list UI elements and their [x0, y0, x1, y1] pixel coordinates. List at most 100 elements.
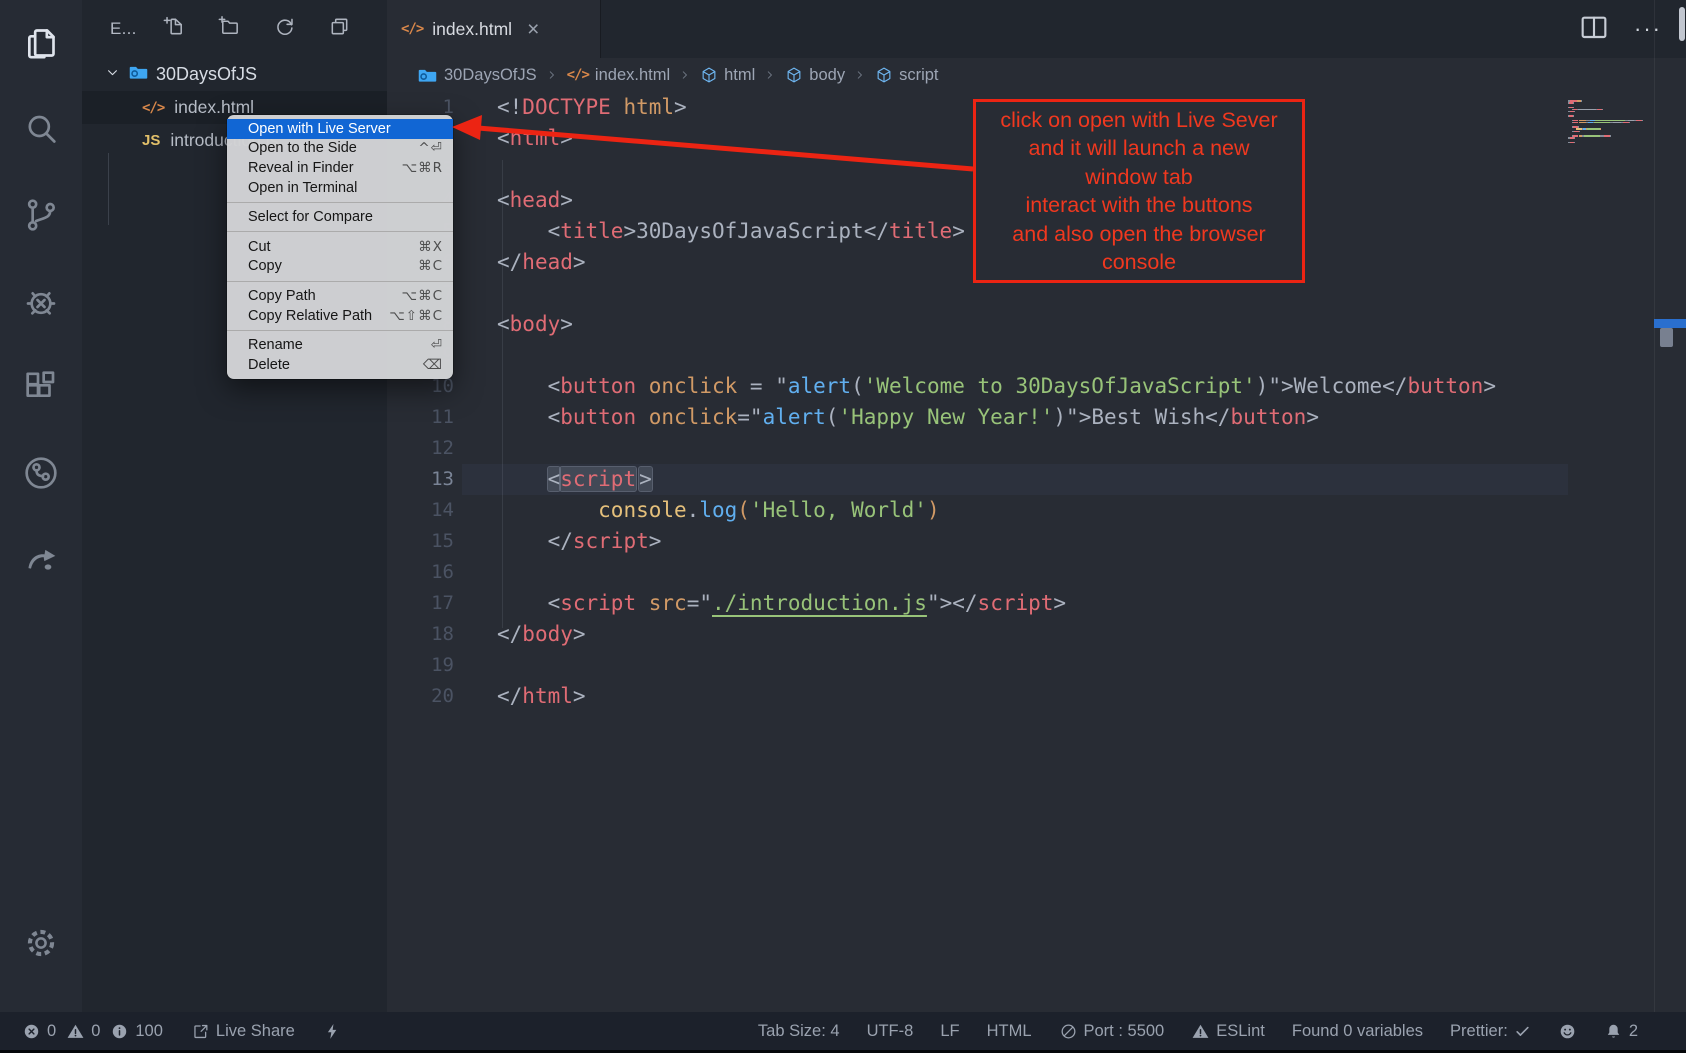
- menu-item-label: Reveal in Finder: [248, 160, 354, 176]
- status-label: Found 0 variables: [1292, 1022, 1423, 1041]
- activity-run-debug[interactable]: [0, 258, 82, 344]
- status-problems-info[interactable]: 100: [110, 1022, 163, 1041]
- menu-item-copy[interactable]: Copy ⌘C: [227, 257, 453, 277]
- files-icon: [21, 23, 61, 63]
- chevron-right-icon: [853, 68, 867, 82]
- status-label: 2: [1629, 1022, 1638, 1041]
- menu-item-label: Delete: [248, 357, 290, 373]
- status-variables[interactable]: Found 0 variables: [1292, 1022, 1423, 1041]
- extensions-icon: [21, 367, 61, 407]
- status-problems-warnings[interactable]: 0: [66, 1022, 100, 1041]
- gear-icon: [22, 924, 60, 962]
- menu-separator: [227, 202, 453, 203]
- status-language-mode[interactable]: HTML: [987, 1022, 1032, 1041]
- minimap[interactable]: [1568, 100, 1654, 144]
- refresh-button[interactable]: [273, 15, 296, 43]
- menu-item-open-with-live-server[interactable]: Open with Live Server: [227, 119, 453, 139]
- status-label: UTF-8: [867, 1022, 914, 1041]
- menu-item-open-in-terminal[interactable]: Open in Terminal: [227, 178, 453, 198]
- new-file-button[interactable]: [163, 15, 186, 43]
- live-share-icon: [191, 1022, 210, 1041]
- breadcrumb-label: html: [724, 66, 755, 85]
- collapse-all-button[interactable]: [328, 15, 351, 43]
- activity-live-share[interactable]: [0, 516, 82, 602]
- menu-item-rename[interactable]: Rename⏎: [227, 335, 453, 355]
- status-tab-size[interactable]: Tab Size: 4: [758, 1022, 840, 1041]
- activity-source-control[interactable]: [0, 172, 82, 258]
- refresh-icon: [273, 15, 296, 38]
- more-actions-icon[interactable]: ···: [1634, 16, 1662, 42]
- status-bar: 00 100 Live Share Tab Size: 4 UTF-8 LF HTML Po…: [0, 1012, 1686, 1050]
- code-line-10: 10 <button onclick = "alert('Welcome to …: [387, 371, 1686, 402]
- status-problems-errors[interactable]: 0: [22, 1022, 56, 1041]
- line-number: 14: [387, 495, 454, 526]
- code-line-13: 13 <script>: [387, 464, 1686, 495]
- breadcrumb-script[interactable]: script: [875, 66, 938, 85]
- status-encoding[interactable]: UTF-8: [867, 1022, 914, 1041]
- chevron-right-icon: [763, 68, 777, 82]
- line-number: 15: [387, 526, 454, 557]
- scrollbar-handle[interactable]: [1660, 328, 1673, 347]
- tree-root-folder[interactable]: 30DaysOfJS: [82, 58, 387, 91]
- menu-item-reveal-in-finder[interactable]: Reveal in Finder⌥⌘R: [227, 158, 453, 178]
- status-notifications[interactable]: 2: [1604, 1022, 1638, 1041]
- source-control-icon: [21, 195, 61, 235]
- status-feedback[interactable]: [1558, 1022, 1577, 1041]
- line-number: 12: [387, 433, 454, 464]
- activity-gitlens[interactable]: [0, 430, 82, 516]
- status-label: Port : 5500: [1084, 1022, 1165, 1041]
- breadcrumb: 30DaysOfJS </>index.html html body script: [387, 58, 1686, 92]
- menu-item-copy-path[interactable]: Copy Path⌥⌘C: [227, 286, 453, 306]
- code-line-17: 17 <script src="./introduction.js"></scr…: [387, 588, 1686, 619]
- search-icon: [21, 109, 61, 149]
- editor-actions: ···: [1578, 0, 1686, 58]
- chevron-down-icon: [104, 64, 121, 81]
- chevron-right-icon: [678, 68, 692, 82]
- annotation-line: click on open with Live Sever: [976, 106, 1302, 135]
- new-folder-icon: [218, 15, 241, 38]
- status-label: Live Share: [216, 1022, 295, 1041]
- chevron-right-icon: [678, 68, 692, 82]
- breadcrumb-html[interactable]: html: [700, 66, 755, 85]
- debug-icon: [21, 281, 61, 321]
- menu-item-cut[interactable]: Cut⌘X: [227, 237, 453, 257]
- status-live-reload[interactable]: [323, 1022, 342, 1041]
- activity-extensions[interactable]: [0, 344, 82, 430]
- tab-index-html[interactable]: </> index.html ×: [387, 0, 601, 58]
- indent-guide: [502, 160, 503, 628]
- activity-explorer[interactable]: [0, 0, 82, 86]
- activity-settings[interactable]: [0, 900, 82, 986]
- status-prettier[interactable]: Prettier:: [1450, 1022, 1531, 1041]
- collapse-all-icon: [328, 15, 351, 38]
- code-line-18: 18</body>: [387, 619, 1686, 650]
- chevron-right-icon: [545, 68, 559, 82]
- menu-item-label: Open in Terminal: [248, 180, 357, 196]
- menu-item-shortcut: ⌫: [423, 357, 443, 373]
- menu-item-delete[interactable]: Delete ⌫: [227, 355, 453, 375]
- split-editor-icon[interactable]: [1578, 11, 1610, 48]
- menu-item-copy-relative-path[interactable]: Copy Relative Path⌥⇧⌘C: [227, 306, 453, 326]
- breadcrumb-body[interactable]: body: [785, 66, 845, 85]
- status-eslint[interactable]: ESLint: [1191, 1022, 1265, 1041]
- line-number: 18: [387, 619, 454, 650]
- breadcrumb-index.html[interactable]: </>index.html: [567, 66, 671, 85]
- menu-item-label: Select for Compare: [248, 209, 373, 225]
- menu-item-open-to-the-side[interactable]: Open to the Side^⏎: [227, 139, 453, 159]
- symbol-cube-icon: [875, 66, 893, 84]
- activity-search[interactable]: [0, 86, 82, 172]
- menu-item-label: Copy Relative Path: [248, 308, 372, 324]
- menu-item-select-for-compare[interactable]: Select for Compare: [227, 207, 453, 227]
- annotation-line: window tab: [976, 163, 1302, 192]
- menu-item-label: Copy: [248, 258, 282, 274]
- annotation-line: console: [976, 248, 1302, 277]
- status-eol[interactable]: LF: [940, 1022, 959, 1041]
- status-port[interactable]: Port : 5500: [1059, 1022, 1165, 1041]
- chevron-right-icon: [545, 68, 559, 82]
- breadcrumb-30DaysOfJS[interactable]: 30DaysOfJS: [417, 65, 537, 86]
- close-icon[interactable]: ×: [527, 19, 539, 40]
- status-label: 0: [47, 1022, 56, 1041]
- menu-item-shortcut: ⏎: [431, 337, 443, 353]
- status-live-share[interactable]: Live Share: [191, 1022, 295, 1041]
- menu-item-shortcut: ⌘C: [418, 258, 443, 274]
- new-folder-button[interactable]: [218, 15, 241, 43]
